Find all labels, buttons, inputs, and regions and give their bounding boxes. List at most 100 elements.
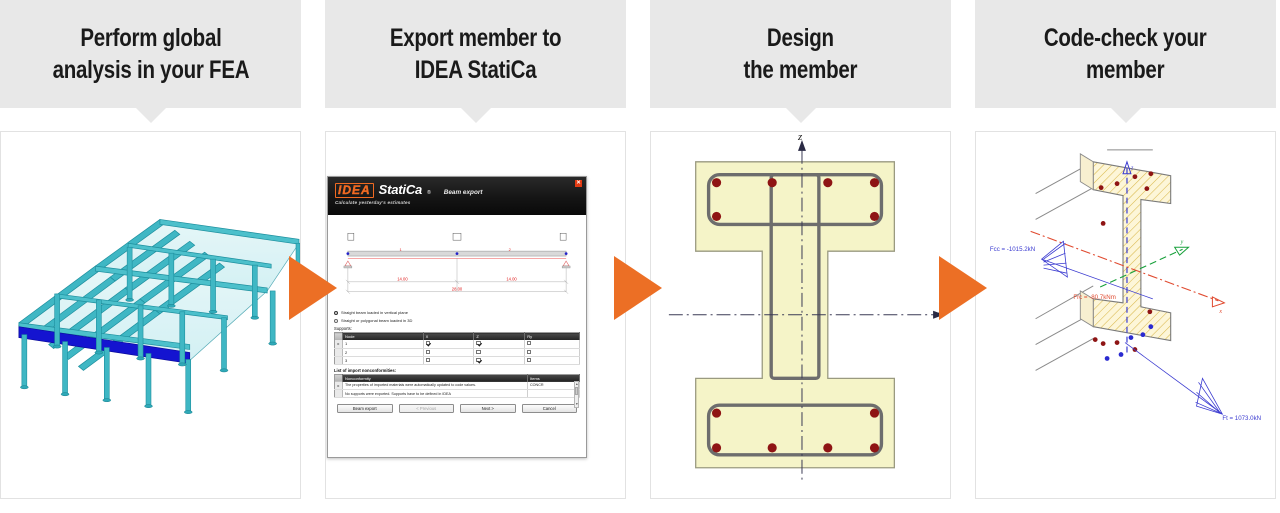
statica-logo-text: StatiCa [378, 182, 423, 197]
connector-gap-2 [614, 0, 662, 513]
cell-nonconformity-text: The properties of imported materials wer… [342, 381, 528, 391]
supports-col-x[interactable]: X [423, 332, 475, 340]
previous-button[interactable]: < Previous [398, 404, 454, 414]
connector-gap-1 [289, 0, 337, 513]
checkbox-x[interactable] [425, 349, 430, 354]
checkbox-z[interactable] [476, 357, 481, 362]
checkbox-z[interactable] [476, 349, 481, 354]
cell-ry [524, 348, 580, 357]
concrete-force-label: Frc = -80.7kNm [1073, 294, 1115, 301]
beam-export-button[interactable]: Beam export [337, 404, 393, 414]
step-1-title: Perform global analysis in your FEA [52, 23, 249, 85]
nonconformities-scrollbar[interactable]: ▲ ▼ [574, 381, 580, 409]
scroll-down-icon[interactable]: ▼ [575, 402, 578, 407]
close-icon[interactable]: ✕ [575, 180, 582, 187]
workflow-diagram: Perform global analysis in your FEA Expo… [0, 0, 1280, 513]
table-row[interactable]: 3 [334, 356, 580, 365]
checkbox-ry[interactable] [527, 349, 532, 354]
axis-x-label: x [1218, 309, 1222, 315]
cell-ry [524, 340, 580, 349]
checkbox-x[interactable] [425, 341, 430, 346]
option-3d-beam-label: Straight or polygonal beam loaded in 3D [341, 318, 413, 323]
checkbox-z[interactable] [476, 341, 481, 346]
idea-statica-beam-export-dialog: IDEA StatiCa ® Beam export Calculate yes… [327, 176, 587, 458]
step-1-notch [135, 108, 166, 123]
step-1-card [0, 131, 301, 499]
nc-col-marker [334, 374, 343, 382]
nonconformities-table[interactable]: Nonconformity Items ▸ The properties of … [334, 373, 580, 399]
workflow-step-2: Export member to IDEA StatiCa IDEA Stati… [325, 0, 626, 513]
fea-3d-frame-model [18, 218, 300, 414]
nc-col-items[interactable]: Items [527, 374, 580, 382]
cell-ry [524, 356, 580, 365]
row-marker [334, 389, 343, 399]
connector-gap-3 [939, 0, 987, 513]
table-row[interactable]: 2 [334, 348, 580, 357]
step-1-header: Perform global analysis in your FEA [0, 0, 301, 123]
table-row[interactable]: No supports were exported. Supports have… [334, 389, 580, 399]
nc-col-nonconformity[interactable]: Nonconformity [342, 374, 528, 382]
svg-text:2: 2 [509, 247, 511, 252]
axis-y-label: y [1180, 239, 1184, 245]
step-3-title: Design the member [743, 23, 858, 85]
nonconformities-header-row: Nonconformity Items [334, 374, 580, 382]
cell-x [423, 356, 475, 365]
cell-items: CONCR [527, 381, 580, 391]
cell-z [473, 348, 526, 357]
supports-col-marker [334, 332, 343, 340]
option-3d-beam[interactable]: Straight or polygonal beam loaded in 3D [334, 318, 580, 323]
step-4-title: Code-check your member [1044, 23, 1207, 85]
cell-x [423, 348, 475, 357]
step-4-card: z y x Fcc = -1015.2kN Frc = -80.7kNm Ft … [975, 131, 1276, 499]
arrow-step1-to-step2 [289, 256, 337, 320]
supports-col-ry[interactable]: Ry [524, 332, 580, 340]
next-button[interactable]: Next > [460, 404, 516, 414]
registered-mark-icon: ® [427, 190, 431, 196]
step-2-card: IDEA StatiCa ® Beam export Calculate yes… [325, 131, 626, 499]
step-4-header: Code-check your member [975, 0, 1276, 123]
table-row[interactable]: ▸ 1 [334, 340, 580, 349]
cell-nonconformity-text: No supports were exported. Supports have… [342, 389, 528, 399]
option-vertical-plane[interactable]: Straight beam loaded in vertical plane [334, 310, 580, 315]
tension-force-arrow [1124, 342, 1224, 415]
row-marker: ▸ [334, 340, 343, 349]
table-row[interactable]: ▸ The properties of imported materials w… [334, 381, 580, 391]
dialog-body: 1 2 14.00 14.00 28.00 Straight beam load… [328, 215, 586, 457]
cell-node: 1 [342, 340, 424, 349]
step-3-card: z y [650, 131, 951, 499]
row-marker [334, 356, 343, 365]
beam-dim-span-2: 14.00 [506, 276, 517, 281]
supports-col-z[interactable]: Z [473, 332, 526, 340]
step-2-header: Export member to IDEA StatiCa [325, 0, 626, 123]
cell-node: 2 [342, 348, 424, 357]
checkbox-ry[interactable] [527, 341, 532, 346]
dialog-titlebar: IDEA StatiCa ® Beam export Calculate yes… [328, 177, 586, 215]
beam-dim-total: 28.00 [452, 286, 463, 291]
cell-z [473, 356, 526, 365]
cancel-button[interactable]: Cancel [521, 404, 577, 414]
step-3-header: Design the member [650, 0, 951, 123]
checkbox-x[interactable] [425, 357, 430, 362]
cell-items [527, 389, 580, 399]
hatched-section-face [1079, 153, 1172, 342]
arrow-step3-to-step4 [939, 256, 987, 320]
step-2-title: Export member to IDEA StatiCa [389, 23, 562, 85]
beam-elevation-preview: 1 2 14.00 14.00 28.00 [343, 232, 571, 294]
step-2-notch [460, 108, 491, 123]
supports-col-node[interactable]: Node [342, 332, 424, 340]
checkbox-ry[interactable] [527, 357, 532, 362]
reinforced-concrete-cross-section: z y [668, 132, 944, 482]
tension-force-label: Ft = 1073.0kN [1222, 415, 1261, 422]
scroll-up-icon[interactable]: ▲ [575, 382, 578, 387]
supports-table[interactable]: Node X Z Ry ▸ 1 2 3 [334, 332, 580, 365]
supports-section-label: Supports: [334, 326, 352, 331]
compression-force-label: Fcc = -1015.2kN [990, 246, 1035, 253]
local-axis-triad: z y x [1030, 160, 1226, 357]
workflow-step-4: Code-check your member z y x Fcc = -1015… [975, 0, 1276, 513]
beam-dim-span-1: 14.00 [397, 276, 408, 281]
dialog-button-row: Beam export < Previous Next > Cancel [334, 404, 580, 414]
row-marker [334, 348, 343, 357]
supports-header-row: Node X Z Ry [334, 332, 580, 340]
scrollbar-thumb[interactable] [575, 387, 579, 396]
workflow-step-1: Perform global analysis in your FEA [0, 0, 301, 513]
